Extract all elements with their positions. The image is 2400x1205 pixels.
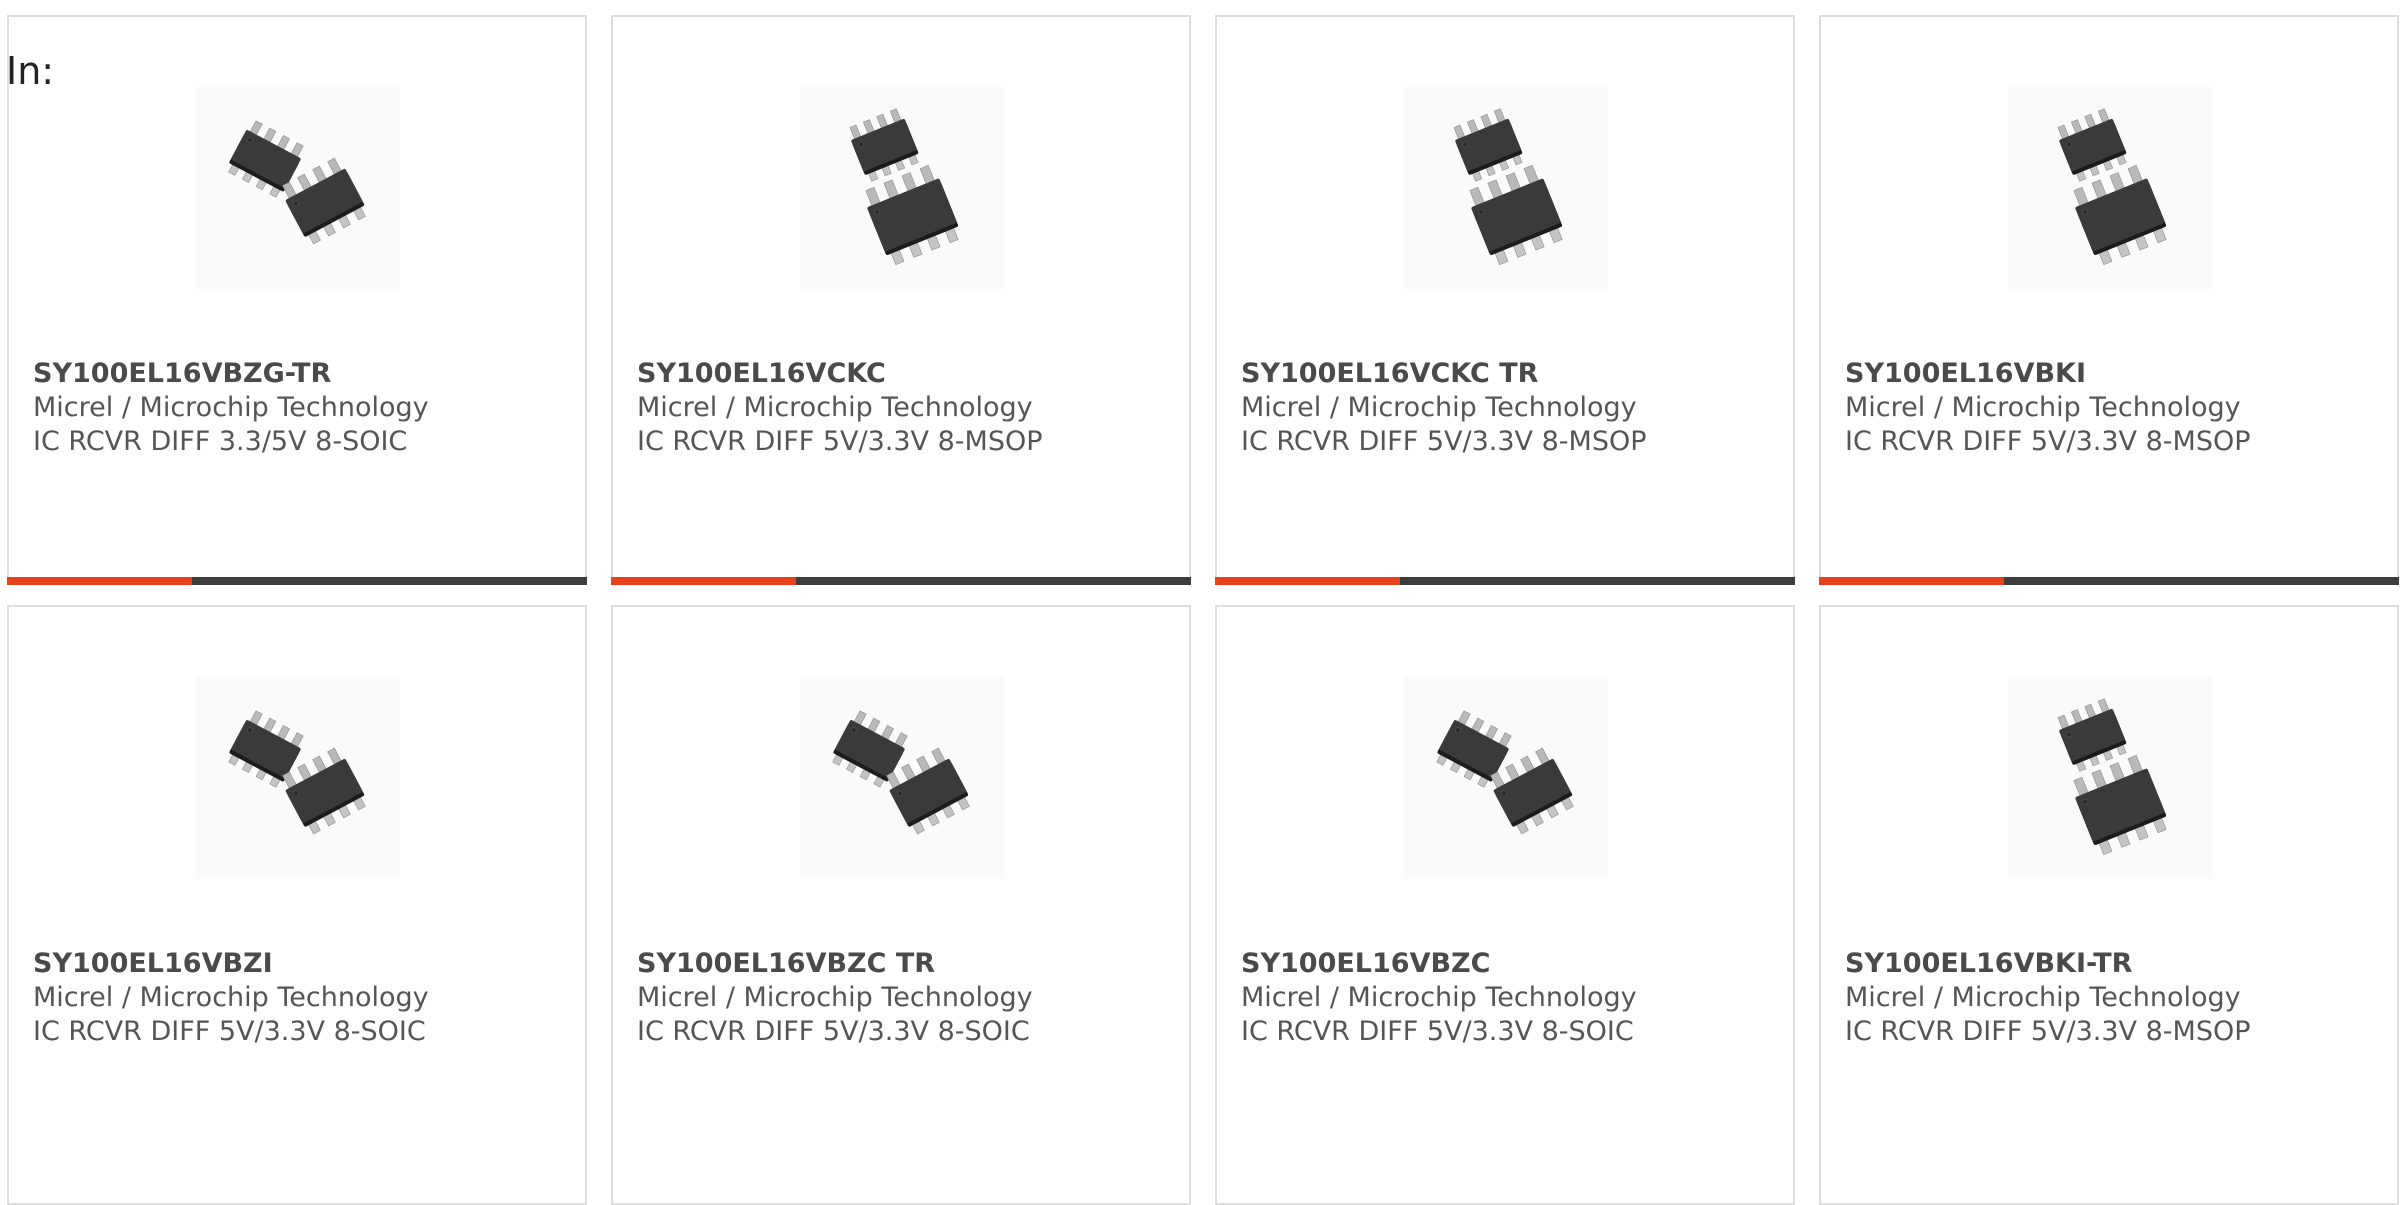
msop-8-chip-icon bbox=[2008, 87, 2212, 289]
product-description: IC RCVR DIFF 5V/3.3V 8-MSOP bbox=[1845, 1016, 2251, 1047]
product-description: IC RCVR DIFF 5V/3.3V 8-MSOP bbox=[1241, 426, 1647, 457]
product-thumbnail[interactable] bbox=[2008, 87, 2212, 289]
product-grid: SY100EL16VBZG-TR Micrel / Microchip Tech… bbox=[7, 15, 2400, 1205]
product-thumbnail[interactable] bbox=[800, 87, 1004, 289]
product-thumbnail[interactable] bbox=[1404, 87, 1608, 289]
card-progress-bar bbox=[611, 577, 1191, 585]
manufacturer: Micrel / Microchip Technology bbox=[33, 982, 429, 1013]
soic-8-chip-icon bbox=[196, 677, 400, 879]
product-card[interactable]: SY100EL16VCKC TR Micrel / Microchip Tech… bbox=[1215, 15, 1795, 585]
part-number[interactable]: SY100EL16VBZG-TR bbox=[33, 357, 575, 391]
part-number[interactable]: SY100EL16VBZC bbox=[1241, 947, 1783, 981]
msop-8-chip-icon bbox=[1404, 87, 1608, 289]
in-label: In: bbox=[6, 49, 55, 93]
product-card[interactable]: SY100EL16VBZI Micrel / Microchip Technol… bbox=[7, 605, 587, 1205]
product-card[interactable]: SY100EL16VBZC Micrel / Microchip Technol… bbox=[1215, 605, 1795, 1205]
product-thumbnail[interactable] bbox=[196, 677, 400, 879]
product-description: IC RCVR DIFF 5V/3.3V 8-SOIC bbox=[1241, 1016, 1634, 1047]
manufacturer: Micrel / Microchip Technology bbox=[1241, 982, 1637, 1013]
product-thumbnail[interactable] bbox=[1404, 677, 1608, 879]
part-number[interactable]: SY100EL16VCKC bbox=[637, 357, 1179, 391]
msop-8-chip-icon bbox=[2008, 677, 2212, 879]
manufacturer: Micrel / Microchip Technology bbox=[1845, 392, 2241, 423]
manufacturer: Micrel / Microchip Technology bbox=[1241, 392, 1637, 423]
soic-8-chip-icon bbox=[196, 87, 400, 289]
product-thumbnail[interactable] bbox=[196, 87, 400, 289]
manufacturer: Micrel / Microchip Technology bbox=[1845, 982, 2241, 1013]
soic-8-chip-icon bbox=[800, 677, 1004, 879]
msop-8-chip-icon bbox=[800, 87, 1004, 289]
product-card[interactable]: SY100EL16VBKI Micrel / Microchip Technol… bbox=[1819, 15, 2399, 585]
product-description: IC RCVR DIFF 5V/3.3V 8-SOIC bbox=[33, 1016, 426, 1047]
part-number[interactable]: SY100EL16VBZI bbox=[33, 947, 575, 981]
manufacturer: Micrel / Microchip Technology bbox=[33, 392, 429, 423]
card-progress-bar bbox=[1215, 577, 1795, 585]
product-description: IC RCVR DIFF 5V/3.3V 8-SOIC bbox=[637, 1016, 1030, 1047]
manufacturer: Micrel / Microchip Technology bbox=[637, 392, 1033, 423]
product-description: IC RCVR DIFF 3.3/5V 8-SOIC bbox=[33, 426, 408, 457]
product-description: IC RCVR DIFF 5V/3.3V 8-MSOP bbox=[1845, 426, 2251, 457]
part-number[interactable]: SY100EL16VCKC TR bbox=[1241, 357, 1783, 391]
card-progress-bar bbox=[7, 577, 587, 585]
product-card[interactable]: SY100EL16VCKC Micrel / Microchip Technol… bbox=[611, 15, 1191, 585]
product-thumbnail[interactable] bbox=[2008, 677, 2212, 879]
soic-8-chip-icon bbox=[1404, 677, 1608, 879]
product-card[interactable]: SY100EL16VBZC TR Micrel / Microchip Tech… bbox=[611, 605, 1191, 1205]
product-card[interactable]: SY100EL16VBKI-TR Micrel / Microchip Tech… bbox=[1819, 605, 2399, 1205]
part-number[interactable]: SY100EL16VBZC TR bbox=[637, 947, 1179, 981]
product-card[interactable]: SY100EL16VBZG-TR Micrel / Microchip Tech… bbox=[7, 15, 587, 585]
manufacturer: Micrel / Microchip Technology bbox=[637, 982, 1033, 1013]
product-thumbnail[interactable] bbox=[800, 677, 1004, 879]
part-number[interactable]: SY100EL16VBKI bbox=[1845, 357, 2387, 391]
part-number[interactable]: SY100EL16VBKI-TR bbox=[1845, 947, 2387, 981]
product-description: IC RCVR DIFF 5V/3.3V 8-MSOP bbox=[637, 426, 1043, 457]
card-progress-bar bbox=[1819, 577, 2399, 585]
